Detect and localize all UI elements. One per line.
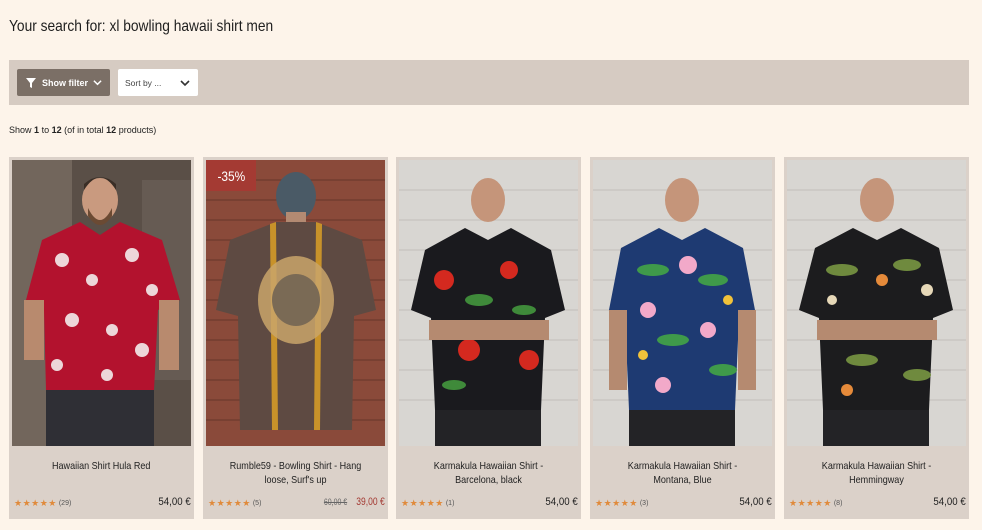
star-rating-icon: ★★★★★ — [208, 498, 251, 508]
product-title[interactable]: Karmakula Hawaiian Shirt - Barcelona, bl… — [402, 459, 575, 487]
product-rating: ★★★★★ (5) — [208, 498, 261, 509]
black-floral-shirt-photo[interactable] — [399, 160, 578, 446]
review-count: (29) — [58, 500, 72, 507]
result-count: Show 1 to 12 (of in total 12 products) — [9, 125, 157, 135]
product-rating: ★★★★★ (3) — [595, 498, 648, 509]
star-rating-icon: ★★★★★ — [789, 498, 832, 508]
bowling-shirt-back-photo[interactable] — [206, 160, 385, 446]
show-filter-button[interactable]: Show filter — [17, 69, 110, 96]
old-price: 60,00 € — [324, 497, 348, 507]
star-rating-icon: ★★★★★ — [14, 498, 57, 508]
show-filter-label: Show filter — [42, 77, 89, 88]
star-rating-icon: ★★★★★ — [595, 498, 638, 508]
discount-badge: -35% — [206, 160, 256, 191]
product-card[interactable]: Karmakula Hawaiian Shirt - Hemmingway ★★… — [784, 157, 969, 519]
product-card[interactable]: Hawaiian Shirt Hula Red ★★★★★ (29) 54,00… — [9, 157, 194, 519]
red-hawaiian-shirt-photo[interactable] — [12, 160, 191, 446]
filter-toolbar: Show filter Sort by ... — [9, 60, 969, 105]
review-count: (8) — [833, 500, 843, 507]
product-price: 54,00 € — [158, 496, 191, 508]
product-rating: ★★★★★ (8) — [789, 498, 842, 509]
product-title[interactable]: Hawaiian Shirt Hula Red — [15, 459, 188, 473]
product-title[interactable]: Rumble59 - Bowling Shirt - Hang loose, S… — [209, 459, 382, 487]
review-count: (1) — [445, 500, 455, 507]
review-count: (3) — [639, 500, 649, 507]
product-rating: ★★★★★ (29) — [14, 498, 71, 509]
chevron-down-icon — [93, 80, 102, 86]
product-grid: Hawaiian Shirt Hula Red ★★★★★ (29) 54,00… — [9, 157, 969, 525]
search-prefix: Your search for: — [9, 18, 106, 35]
sort-label: Sort by ... — [125, 77, 162, 88]
product-price: 60,00 € 39,00 € — [312, 496, 385, 508]
product-rating: ★★★★★ (1) — [401, 498, 454, 509]
page-title: Your search for: xl bowling hawaii shirt… — [9, 18, 273, 36]
product-card[interactable]: Karmakula Hawaiian Shirt - Barcelona, bl… — [396, 157, 581, 519]
search-query: xl bowling hawaii shirt men — [109, 18, 274, 35]
sale-price: 39,00 € — [356, 496, 385, 508]
chevron-down-icon — [180, 80, 190, 87]
product-card[interactable]: Karmakula Hawaiian Shirt - Montana, Blue… — [590, 157, 775, 519]
product-price: 54,00 € — [739, 496, 772, 508]
product-title[interactable]: Karmakula Hawaiian Shirt - Montana, Blue — [596, 459, 769, 487]
product-card[interactable]: -35% Rumble59 - Bowling Shirt - Hang loo… — [203, 157, 388, 519]
sort-select[interactable]: Sort by ... — [118, 69, 198, 96]
review-count: (5) — [252, 500, 262, 507]
product-price: 54,00 € — [933, 496, 966, 508]
filter-icon — [26, 77, 36, 88]
product-title[interactable]: Karmakula Hawaiian Shirt - Hemmingway — [790, 459, 963, 487]
blue-floral-shirt-photo[interactable] — [593, 160, 772, 446]
product-price: 54,00 € — [545, 496, 578, 508]
star-rating-icon: ★★★★★ — [401, 498, 444, 508]
black-leaf-shirt-photo[interactable] — [787, 160, 966, 446]
